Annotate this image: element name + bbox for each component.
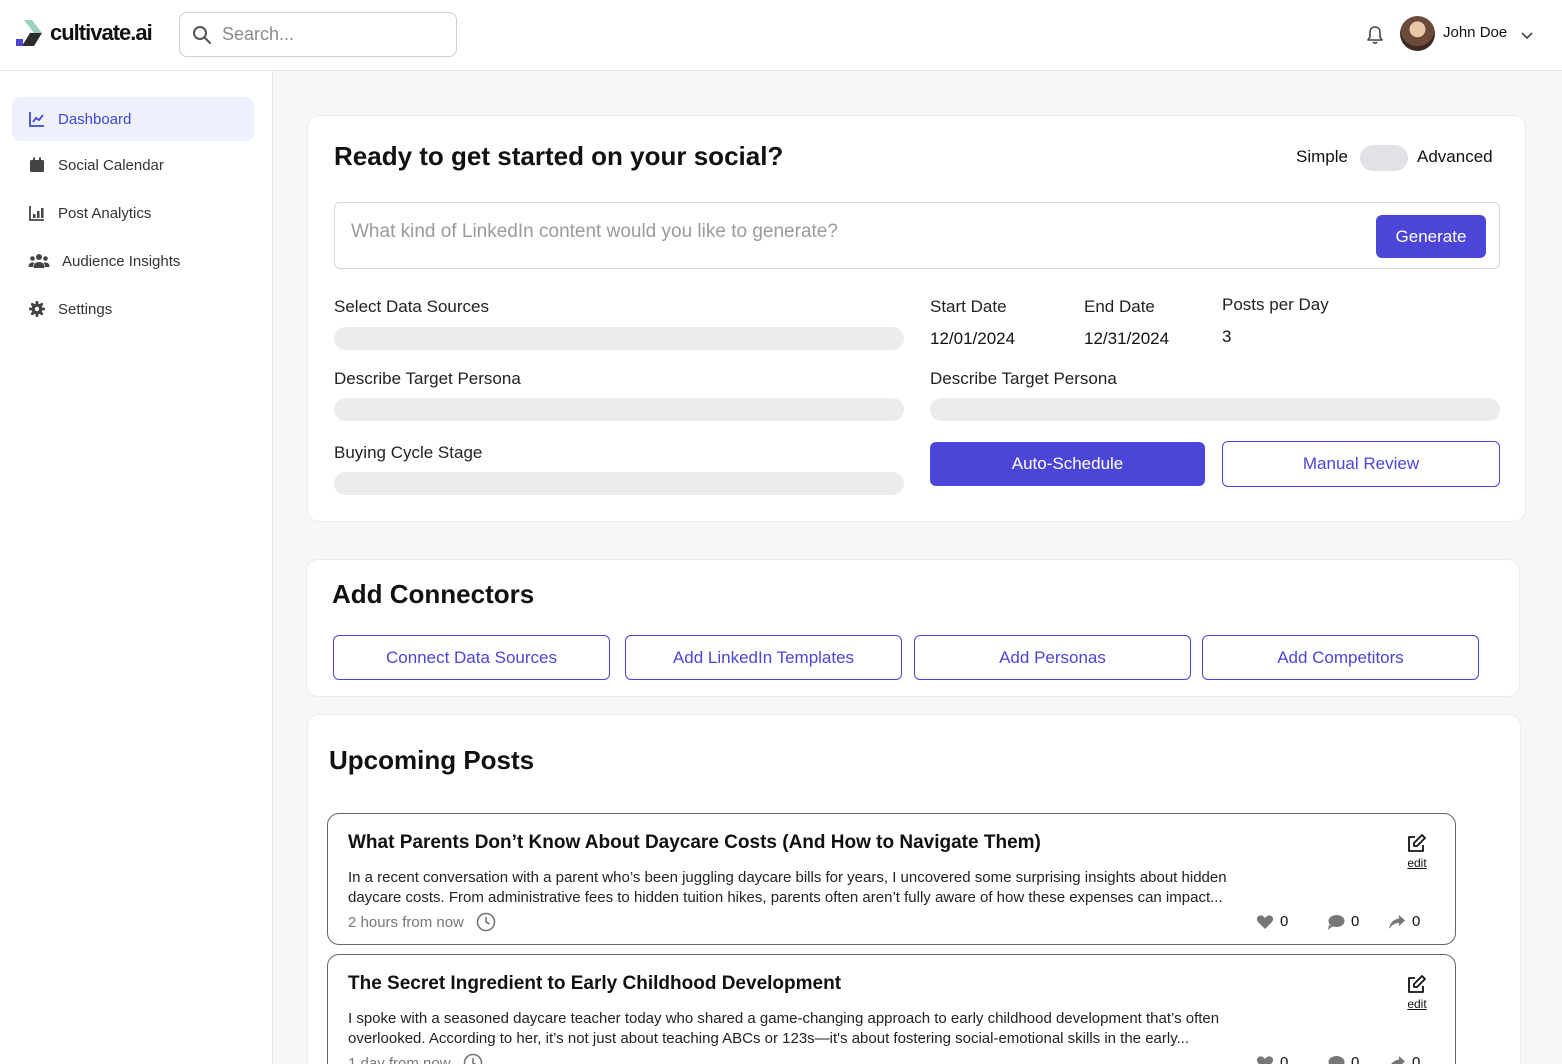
share-icon [1390, 1055, 1405, 1064]
top-header: cultivate.ai John Doe [0, 0, 1562, 71]
likes-count: 0 [1280, 913, 1289, 930]
line-chart-icon [29, 112, 44, 127]
mode-toggle[interactable] [1360, 145, 1408, 171]
sidebar-item-audience-insights[interactable]: Audience Insights [12, 239, 254, 283]
prompt-box[interactable] [334, 202, 1500, 269]
target-persona-right-label: Describe Target Persona [930, 369, 1117, 388]
post-card[interactable]: The Secret Ingredient to Early Childhood… [327, 954, 1456, 1064]
comment-icon [1328, 914, 1345, 930]
avatar[interactable] [1400, 16, 1435, 51]
post-body-line: I spoke with a seasoned daycare teacher … [348, 1010, 1220, 1027]
heart-icon [1256, 1055, 1274, 1064]
gear-icon [29, 301, 45, 317]
user-name[interactable]: John Doe [1443, 24, 1507, 41]
post-body-line: daycare costs. From administrative fees … [348, 889, 1223, 906]
sidebar-item-label: Audience Insights [62, 252, 181, 270]
search-box[interactable] [179, 12, 457, 57]
start-date-label: Start Date [930, 297, 1007, 316]
clock-icon [463, 1053, 482, 1064]
likes-stat[interactable]: 0 [1256, 913, 1288, 930]
likes-count: 0 [1280, 1054, 1289, 1064]
search-input[interactable] [222, 24, 442, 45]
comments-count: 0 [1351, 913, 1360, 930]
upcoming-posts-title: Upcoming Posts [329, 745, 535, 775]
sidebar-item-post-analytics[interactable]: Post Analytics [12, 191, 254, 235]
edit-icon [1408, 975, 1426, 993]
buying-stage-label: Buying Cycle Stage [334, 443, 483, 462]
sidebar-item-label: Post Analytics [58, 204, 152, 222]
post-time-text: 2 hours from now [348, 913, 464, 931]
posts-per-day-value[interactable]: 3 [1222, 327, 1231, 347]
search-icon [193, 25, 211, 44]
add-personas-button[interactable]: Add Personas [914, 635, 1191, 680]
edit-button[interactable]: edit [1402, 973, 1432, 1011]
bell-icon[interactable] [1364, 24, 1386, 46]
edit-label: edit [1407, 856, 1427, 870]
calendar-icon [30, 157, 44, 172]
sidebar-item-label: Dashboard [58, 110, 132, 128]
data-sources-field[interactable] [334, 327, 904, 350]
post-body: In a recent conversation with a parent w… [348, 868, 1308, 908]
start-date-value[interactable]: 12/01/2024 [930, 329, 1015, 349]
users-icon [28, 254, 50, 268]
post-title: What Parents Don’t Know About Daycare Co… [348, 832, 1041, 853]
sidebar-item-label: Social Calendar [58, 156, 164, 174]
post-title: The Secret Ingredient to Early Childhood… [348, 973, 842, 994]
add-linkedin-templates-button[interactable]: Add LinkedIn Templates [625, 635, 902, 680]
post-time-text: 1 day from now [348, 1054, 451, 1064]
prompt-input[interactable] [351, 221, 1351, 243]
add-competitors-button[interactable]: Add Competitors [1202, 635, 1479, 680]
sidebar-item-social-calendar[interactable]: Social Calendar [12, 143, 254, 187]
generator-title: Ready to get started on your social? [334, 141, 784, 171]
share-icon [1389, 914, 1405, 929]
connectors-title: Add Connectors [332, 579, 535, 609]
mode-advanced-label: Advanced [1417, 147, 1493, 166]
clock-icon [476, 912, 496, 932]
post-time: 2 hours from now [348, 912, 496, 932]
posts-per-day-label: Posts per Day [1222, 295, 1329, 314]
logo[interactable]: cultivate.ai [16, 19, 153, 47]
sidebar-item-label: Settings [58, 300, 113, 318]
buying-stage-field[interactable] [334, 472, 904, 495]
target-persona-right-field[interactable] [930, 398, 1500, 421]
end-date-label: End Date [1084, 297, 1155, 316]
sidebar-item-dashboard[interactable]: Dashboard [12, 97, 254, 141]
auto-schedule-button[interactable]: Auto-Schedule [930, 442, 1205, 486]
shares-count: 0 [1412, 913, 1421, 930]
post-body-line: In a recent conversation with a parent w… [348, 869, 1227, 886]
comments-stat[interactable]: 0 [1327, 1054, 1359, 1064]
comments-count: 0 [1351, 1054, 1360, 1064]
edit-button[interactable]: edit [1402, 832, 1432, 870]
shares-count: 0 [1412, 1054, 1421, 1064]
chevron-down-icon[interactable] [1520, 28, 1534, 42]
target-persona-label: Describe Target Persona [334, 369, 521, 388]
post-time: 1 day from now [348, 1053, 483, 1064]
comments-stat[interactable]: 0 [1327, 913, 1359, 930]
sidebar: Dashboard Social Calendar Post Analytics [0, 71, 273, 1064]
generate-button[interactable]: Generate [1376, 215, 1486, 258]
post-body: I spoke with a seasoned daycare teacher … [348, 1009, 1308, 1049]
logo-mark-icon [16, 20, 42, 46]
edit-label: edit [1407, 997, 1427, 1011]
comment-icon [1328, 1055, 1345, 1064]
data-sources-label: Select Data Sources [334, 297, 489, 316]
bar-chart-icon [29, 206, 44, 221]
sidebar-item-settings[interactable]: Settings [12, 287, 254, 331]
target-persona-field[interactable] [334, 398, 904, 421]
edit-icon [1408, 834, 1426, 852]
heart-icon [1256, 914, 1274, 929]
shares-stat[interactable]: 0 [1388, 913, 1420, 930]
likes-stat[interactable]: 0 [1256, 1054, 1288, 1064]
post-card[interactable]: What Parents Don’t Know About Daycare Co… [327, 813, 1456, 945]
shares-stat[interactable]: 0 [1388, 1054, 1420, 1064]
manual-review-button[interactable]: Manual Review [1222, 441, 1500, 487]
connect-data-sources-button[interactable]: Connect Data Sources [333, 635, 610, 680]
end-date-value[interactable]: 12/31/2024 [1084, 329, 1169, 349]
post-body-line: overlooked. According to her, it’s not j… [348, 1030, 1190, 1047]
logo-text: cultivate.ai [50, 20, 153, 45]
mode-simple-label: Simple [1296, 147, 1348, 166]
